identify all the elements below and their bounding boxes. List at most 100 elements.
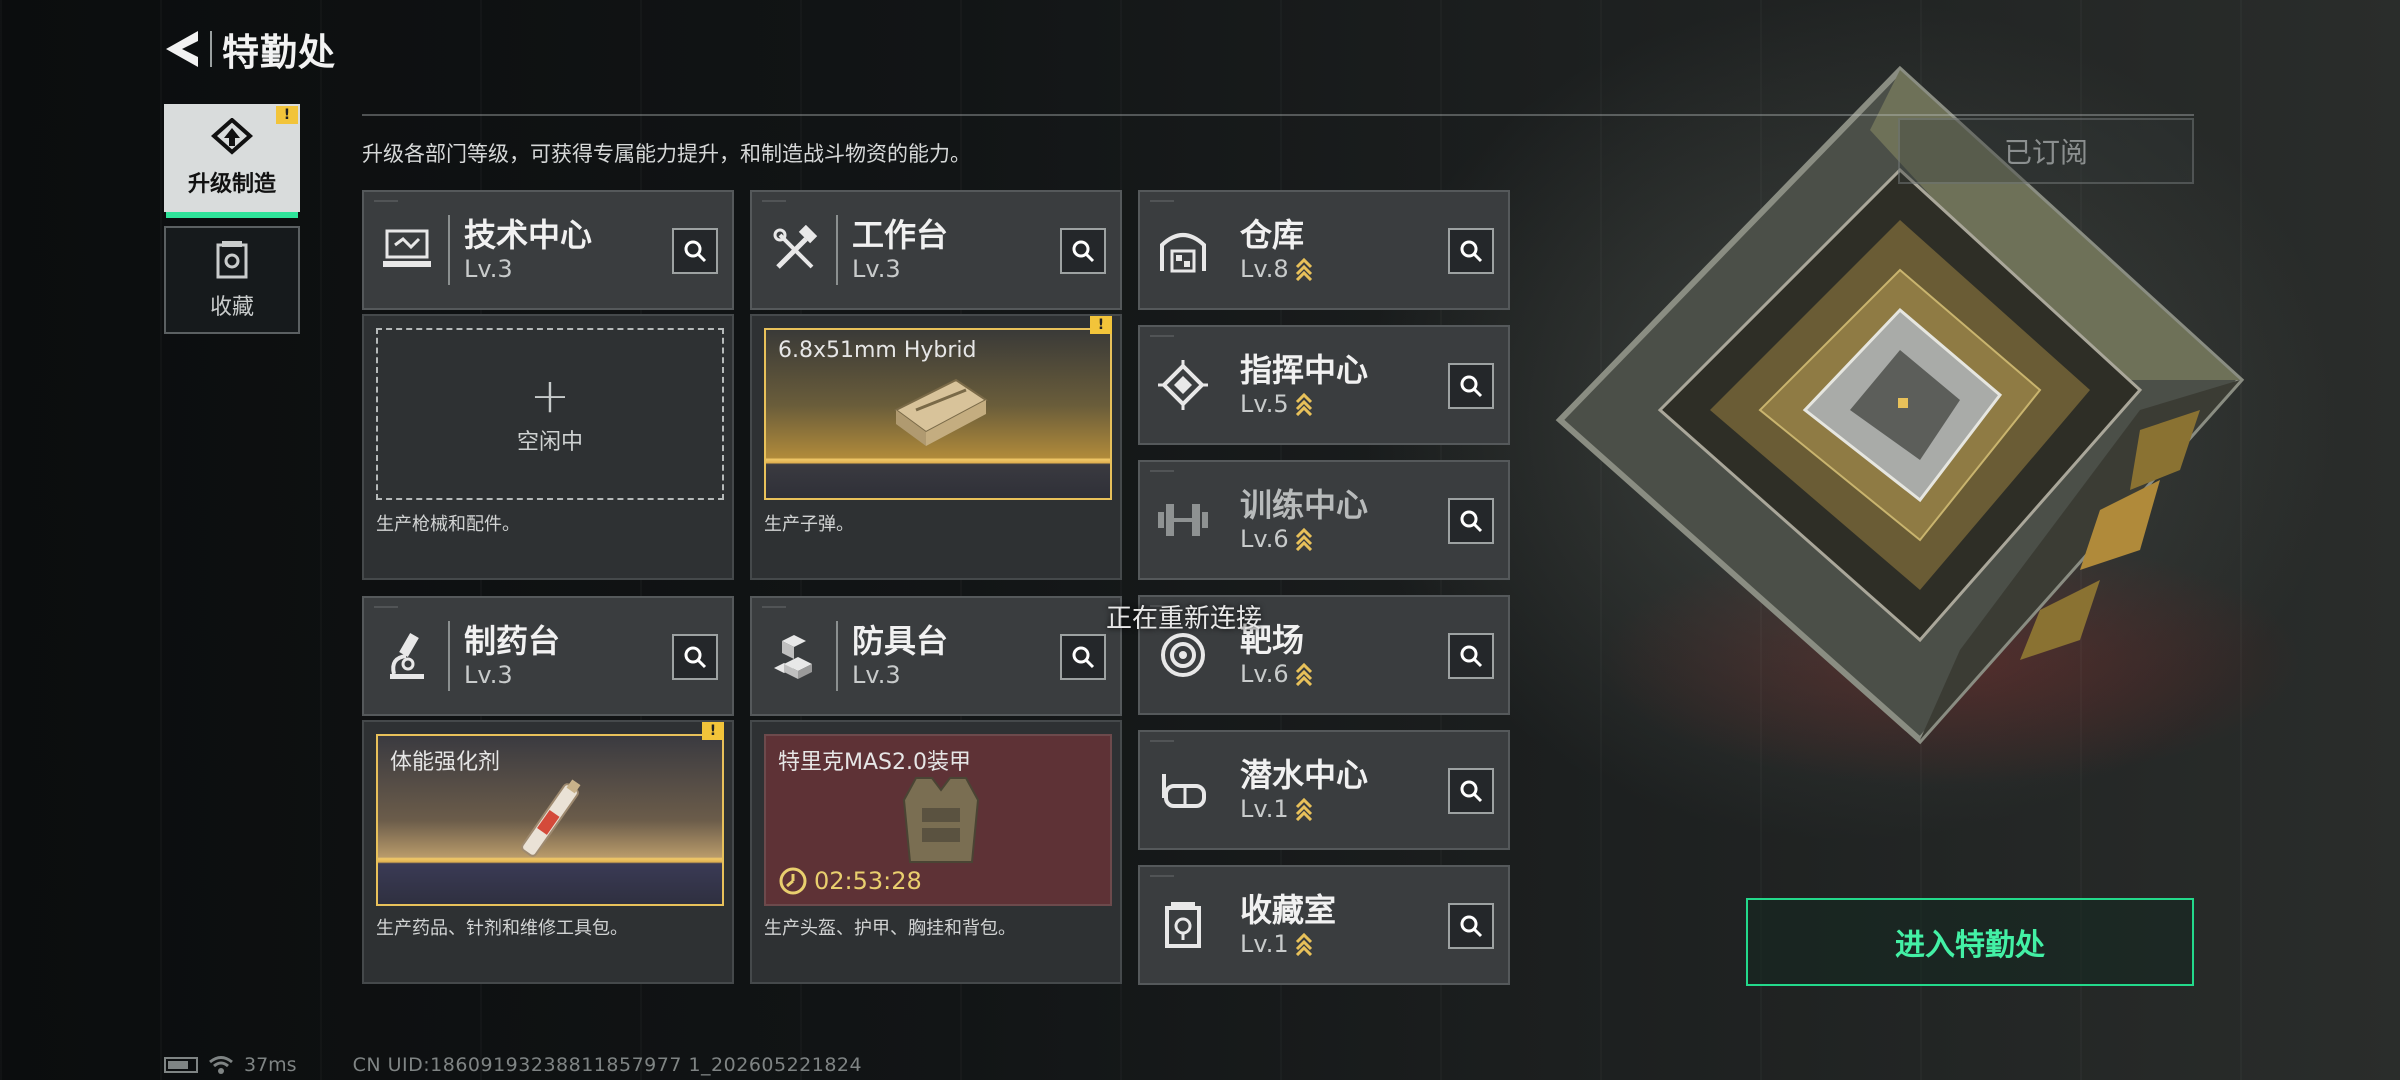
header-divider	[210, 31, 212, 67]
dept-warehouse[interactable]: 仓库 Lv.8	[1138, 190, 1510, 310]
tech-center-search-button[interactable]	[672, 228, 718, 274]
dept-command-center[interactable]: 指挥中心 Lv.5	[1138, 325, 1510, 445]
page-header: 特勤处	[160, 22, 336, 76]
body-armor-icon	[902, 777, 980, 863]
dept-collection-room[interactable]: 收藏室 Lv.1	[1138, 865, 1510, 985]
craft-slot-ammo[interactable]: 6.8x51mm Hybrid	[764, 328, 1112, 500]
pharmacy-search-button[interactable]	[672, 634, 718, 680]
slot-item-name: 6.8x51mm Hybrid	[778, 338, 977, 363]
dept-description: 生产子弹。	[764, 514, 854, 535]
corner-mark	[762, 200, 786, 202]
diving-mask-icon	[1152, 759, 1214, 821]
slot-status: 空闲中	[516, 430, 583, 455]
corner-mark	[1150, 335, 1174, 337]
user-uid: CN UID:18609193238811857977 1_2026052218…	[352, 1054, 863, 1076]
dept-name: 技术中心	[464, 216, 593, 254]
dept-level-value: Lv.8	[1240, 255, 1289, 283]
upgrade-available-icon	[1295, 662, 1312, 686]
dept-diving-center[interactable]: 潜水中心 Lv.1	[1138, 730, 1510, 850]
back-button[interactable]	[160, 22, 204, 76]
dept-pharmacy-header[interactable]: 制药台 Lv.3	[362, 596, 734, 716]
dept-armor-bench-header[interactable]: 防具台 Lv.3	[750, 596, 1122, 716]
header-separator	[448, 215, 450, 285]
status-bar: 37ms CN UID:18609193238811857977 1_20260…	[164, 1054, 862, 1076]
dept-name: 训练中心	[1240, 486, 1369, 524]
craft-timer: 02:53:28	[778, 866, 922, 896]
dept-description: 生产枪械和配件。	[376, 514, 520, 535]
dept-name: 指挥中心	[1240, 351, 1369, 389]
header-rule	[362, 114, 2194, 116]
dept-tech-center-body: + 空闲中 生产枪械和配件。	[362, 314, 734, 580]
collection-icon	[216, 241, 248, 279]
craft-slot-idle[interactable]: + 空闲中	[376, 328, 724, 500]
ammo-box-icon	[894, 378, 988, 446]
hammer-wrench-icon	[764, 219, 826, 281]
dept-level: Lv.1	[1240, 929, 1336, 959]
search-icon	[684, 240, 707, 263]
subscribed-button[interactable]: 已订阅	[1898, 118, 2194, 184]
craft-slot-armor[interactable]: 特里克MAS2.0装甲 02:53:28	[764, 734, 1112, 906]
page-title: 特勤处	[222, 31, 336, 74]
dept-level: Lv.3	[464, 254, 592, 284]
add-icon: +	[529, 368, 571, 424]
dumbbell-icon	[1152, 489, 1214, 551]
command-center-search-button[interactable]	[1448, 363, 1494, 409]
dept-workbench-header[interactable]: 工作台 Lv.3	[750, 190, 1122, 310]
search-icon	[684, 646, 707, 669]
upgrade-available-icon	[1295, 392, 1312, 416]
page-description: 升级各部门等级，可获得专属能力提升，和制造战斗物资的能力。	[362, 142, 971, 166]
dept-tech-center-header[interactable]: 技术中心 Lv.3	[362, 190, 734, 310]
search-icon	[1460, 915, 1483, 938]
corner-mark	[1150, 200, 1174, 202]
craft-slot-stimulant[interactable]: 体能强化剂	[376, 734, 724, 906]
dept-level-value: Lv.3	[852, 661, 901, 689]
corner-mark	[1150, 875, 1174, 877]
diving-center-search-button[interactable]	[1448, 768, 1494, 814]
dept-level: Lv.6	[1240, 524, 1368, 554]
dept-level-value: Lv.5	[1240, 390, 1289, 418]
dept-level: Lv.3	[852, 254, 948, 284]
dept-training-center[interactable]: 训练中心 Lv.6	[1138, 460, 1510, 580]
dept-description: 生产头盔、护甲、胸挂和背包。	[764, 918, 1016, 939]
shooting-range-search-button[interactable]	[1448, 633, 1494, 679]
dept-level-value: Lv.1	[1240, 930, 1289, 958]
microscope-icon	[376, 625, 438, 687]
enter-special-ops-button[interactable]: 进入特勤处	[1746, 898, 2194, 986]
dept-level: Lv.8	[1240, 254, 1313, 284]
dept-name: 收藏室	[1240, 891, 1337, 929]
slot-item-name: 体能强化剂	[390, 750, 501, 775]
search-icon	[1460, 510, 1483, 533]
warehouse-icon	[1152, 219, 1214, 281]
tech-center-icon	[376, 219, 438, 281]
sidebar-item-label: 收藏	[209, 295, 254, 320]
search-icon	[1072, 240, 1095, 263]
search-icon	[1072, 646, 1095, 669]
collection-room-icon	[1152, 894, 1214, 956]
collection-room-search-button[interactable]	[1448, 903, 1494, 949]
corner-mark	[1150, 470, 1174, 472]
sidebar-item-upgrade-craft[interactable]: 升级制造 !	[164, 104, 300, 218]
corner-mark	[374, 200, 398, 202]
corner-mark	[762, 606, 786, 608]
back-arrow-icon	[166, 31, 198, 67]
dept-level: Lv.5	[1240, 389, 1368, 419]
dept-level-value: Lv.6	[1240, 525, 1289, 553]
dept-description: 生产药品、针剂和维修工具包。	[376, 918, 628, 939]
reconnecting-toast: 正在重新连接	[1106, 604, 1263, 634]
dept-level: Lv.1	[1240, 794, 1368, 824]
upgrade-available-icon	[1295, 797, 1312, 821]
dept-name: 制药台	[464, 622, 561, 660]
training-center-search-button[interactable]	[1448, 498, 1494, 544]
ping-value: 37ms	[244, 1054, 297, 1076]
dept-name: 仓库	[1240, 216, 1305, 254]
upgrade-available-icon	[1295, 527, 1312, 551]
workbench-search-button[interactable]	[1060, 228, 1106, 274]
dept-pharmacy-body: 体能强化剂 ! 生产药品、针剂和维修工具包。	[362, 720, 734, 984]
warehouse-search-button[interactable]	[1448, 228, 1494, 274]
upgrade-available-icon	[1295, 932, 1312, 956]
armor-bench-search-button[interactable]	[1060, 634, 1106, 680]
dept-level: Lv.3	[852, 660, 948, 690]
sidebar-item-collection[interactable]: 收藏	[164, 226, 300, 334]
corner-mark	[374, 606, 398, 608]
timer-icon	[779, 867, 807, 895]
